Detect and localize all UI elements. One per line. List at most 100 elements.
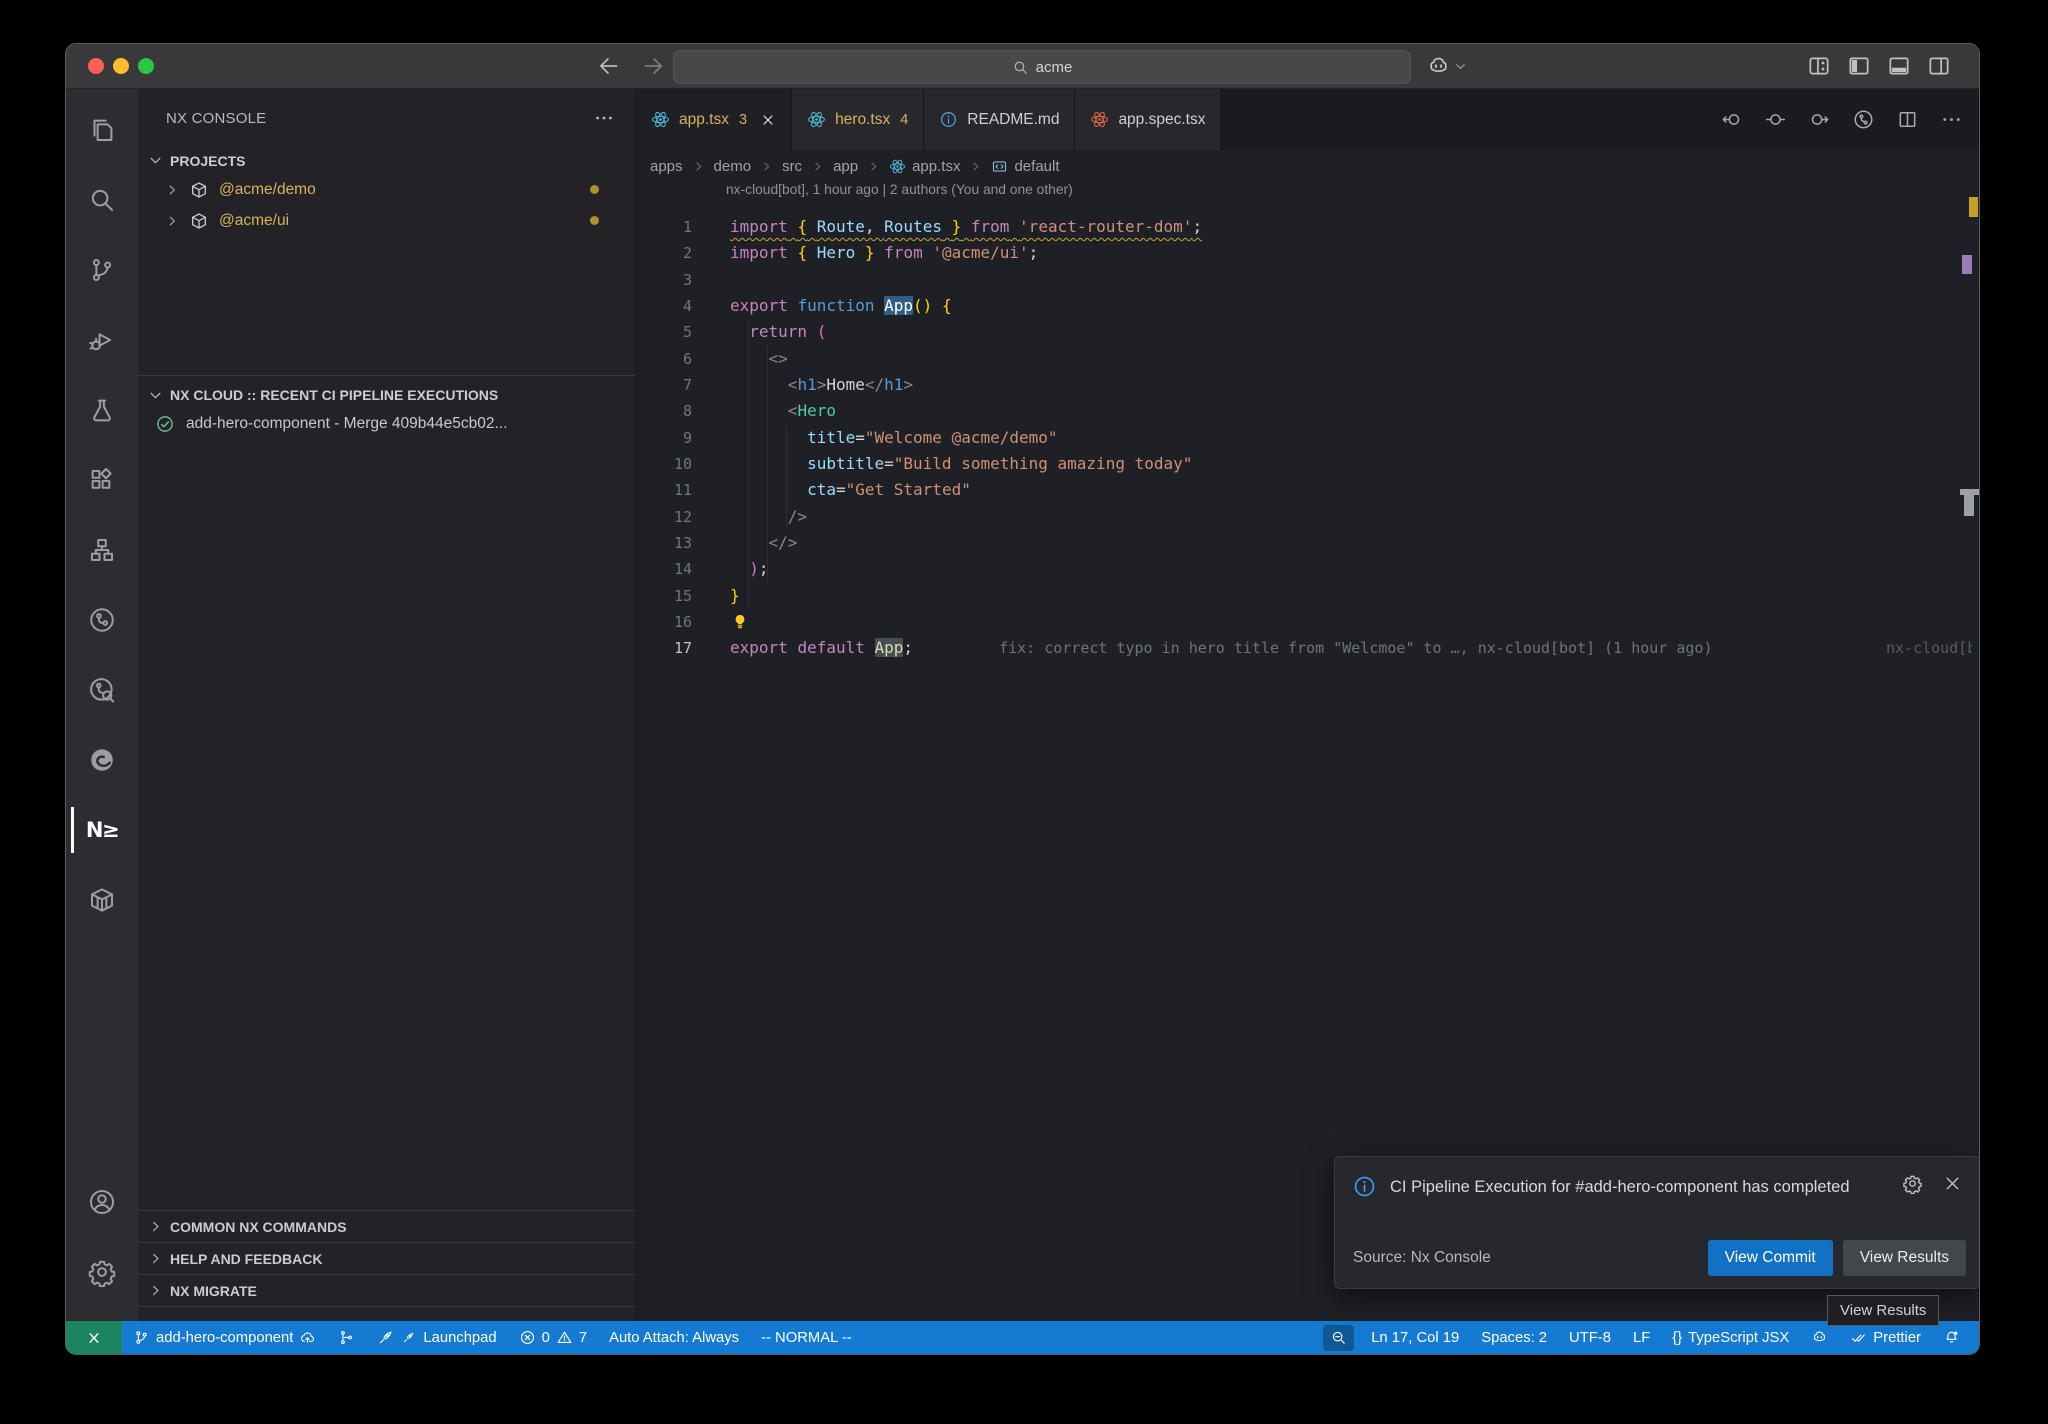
minimize-window-button[interactable]	[113, 58, 129, 74]
status-launchpad[interactable]: Launchpad	[366, 1321, 507, 1354]
activity-accounts[interactable]	[66, 1167, 138, 1237]
toggle-secondary-sidebar-icon[interactable]	[1926, 53, 1952, 79]
line-number[interactable]: 10	[636, 451, 692, 477]
breadcrumb-apps[interactable]: apps	[650, 158, 683, 175]
line-number[interactable]: 11	[636, 477, 692, 503]
activity-run-and-debug[interactable]	[66, 305, 138, 375]
line-number[interactable]: 14	[636, 556, 692, 582]
activity-extensions[interactable]	[66, 445, 138, 515]
activity-explorer[interactable]	[66, 95, 138, 165]
status-zoom-indicator[interactable]	[1323, 1325, 1354, 1351]
line-number[interactable]: 17	[636, 635, 692, 661]
close-window-button[interactable]	[88, 58, 104, 74]
line-number[interactable]: 15	[636, 583, 692, 609]
status-auto-attach[interactable]: Auto Attach: Always	[598, 1321, 750, 1354]
code-line-10[interactable]: 10 subtitle="Build something amazing tod…	[636, 451, 1979, 477]
code-line-15[interactable]: 15}	[636, 583, 1979, 609]
tab-app.spec.tsx[interactable]: app.spec.tsx	[1075, 89, 1221, 150]
tab-README.md[interactable]: README.md	[924, 89, 1075, 150]
breadcrumb-default[interactable]: default	[991, 158, 1059, 175]
line-number[interactable]: 2	[636, 240, 692, 266]
code-line-13[interactable]: 13 </>	[636, 530, 1979, 556]
toggle-sidebar-icon[interactable]	[1846, 53, 1872, 79]
code-line-17[interactable]: 17nx-cloud[bexport default App;fix: corr…	[636, 635, 1979, 661]
code-line-12[interactable]: 12 />	[636, 504, 1979, 530]
lightbulb-icon[interactable]	[730, 612, 750, 632]
commit-graph-icon[interactable]	[1764, 108, 1787, 131]
section-common-nx-commands[interactable]: COMMON NX COMMANDS	[138, 1210, 635, 1242]
line-number[interactable]: 16	[636, 609, 692, 635]
copilot-menu[interactable]	[1426, 54, 1467, 79]
line-number[interactable]: 4	[636, 293, 692, 319]
activity-nx-console[interactable]: N≥	[66, 795, 138, 865]
line-number[interactable]: 5	[636, 319, 692, 345]
activity-testing[interactable]	[66, 375, 138, 445]
activity-source-control[interactable]	[66, 235, 138, 305]
code-line-11[interactable]: 11 cta="Get Started"	[636, 477, 1979, 503]
status-problems[interactable]: 07	[508, 1321, 598, 1354]
toggle-panel-icon[interactable]	[1886, 53, 1912, 79]
breadcrumb-app.tsx[interactable]: app.tsx	[889, 158, 960, 175]
sidebar-more-actions-icon[interactable]	[593, 107, 615, 129]
status-git-branch[interactable]: add-hero-component	[122, 1321, 327, 1354]
activity-settings[interactable]	[66, 1237, 138, 1307]
line-number[interactable]: 1	[636, 214, 692, 240]
annotate-back-icon[interactable]	[1720, 108, 1743, 131]
code-line-5[interactable]: 5 return (	[636, 319, 1979, 345]
status-language-mode[interactable]: {}TypeScript JSX	[1661, 1321, 1800, 1354]
project-row[interactable]: @acme/demo	[138, 174, 635, 205]
status-eol[interactable]: LF	[1622, 1321, 1661, 1354]
git-graph-icon[interactable]	[1852, 108, 1875, 131]
notification-settings-icon[interactable]	[1902, 1173, 1923, 1194]
code-line-3[interactable]: 3	[636, 267, 1979, 293]
code-line-8[interactable]: 8 <Hero	[636, 398, 1979, 424]
section-help-and-feedback[interactable]: HELP AND FEEDBACK	[138, 1242, 635, 1274]
view-commit-button[interactable]: View Commit	[1708, 1240, 1833, 1276]
history-forward-icon[interactable]	[640, 53, 666, 79]
history-back-icon[interactable]	[596, 53, 622, 79]
activity-edge-devtools[interactable]	[66, 725, 138, 795]
section-nx-migrate[interactable]: NX MIGRATE	[138, 1274, 635, 1307]
code-line-4[interactable]: 4export function App() {	[636, 293, 1979, 319]
status-git-graph[interactable]	[327, 1321, 366, 1354]
breadcrumb-demo[interactable]: demo	[714, 158, 752, 175]
zoom-window-button[interactable]	[138, 58, 154, 74]
line-number[interactable]: 6	[636, 346, 692, 372]
close-icon[interactable]	[760, 112, 776, 128]
breadcrumb-app[interactable]: app	[833, 158, 858, 175]
line-number[interactable]: 8	[636, 398, 692, 424]
customize-layout-icon[interactable]	[1806, 53, 1832, 79]
command-center-search[interactable]: acme	[673, 50, 1411, 84]
code-line-16[interactable]: 16	[636, 609, 1979, 635]
inline-blame-codelens[interactable]: nx-cloud[bot], 1 hour ago | 2 authors (Y…	[636, 182, 1979, 208]
annotate-forward-icon[interactable]	[1808, 108, 1831, 131]
code-line-7[interactable]: 7 <h1>Home</h1>	[636, 372, 1979, 398]
status-cursor-position[interactable]: Ln 17, Col 19	[1360, 1321, 1470, 1354]
status-encoding[interactable]: UTF-8	[1558, 1321, 1622, 1354]
activity-search[interactable]	[66, 165, 138, 235]
tab-hero.tsx[interactable]: hero.tsx4	[792, 89, 924, 150]
line-number[interactable]: 3	[636, 267, 692, 293]
status-remote-indicator[interactable]	[66, 1321, 122, 1354]
line-number[interactable]: 13	[636, 530, 692, 556]
line-number[interactable]: 9	[636, 425, 692, 451]
code-line-2[interactable]: 2import { Hero } from '@acme/ui';	[636, 240, 1979, 266]
code-line-6[interactable]: 6 <>	[636, 346, 1979, 372]
activity-pipeline[interactable]	[66, 585, 138, 655]
more-actions-icon[interactable]	[1940, 108, 1963, 131]
split-editor-icon[interactable]	[1896, 108, 1919, 131]
line-number[interactable]: 12	[636, 504, 692, 530]
code-line-1[interactable]: 1import { Route, Routes } from 'react-ro…	[636, 214, 1979, 240]
breadcrumb-src[interactable]: src	[782, 158, 802, 175]
code-line-14[interactable]: 14 );	[636, 556, 1979, 582]
activity-containers[interactable]	[66, 865, 138, 935]
code-line-9[interactable]: 9 title="Welcome @acme/demo"	[636, 425, 1979, 451]
tab-app.tsx[interactable]: app.tsx3	[636, 89, 792, 150]
activity-commit-search[interactable]	[66, 655, 138, 725]
project-row[interactable]: @acme/ui	[138, 205, 635, 236]
activity-project-hierarchy[interactable]	[66, 515, 138, 585]
section-nx-cloud[interactable]: NX CLOUD :: RECENT CI PIPELINE EXECUTION…	[138, 382, 635, 408]
view-results-button[interactable]: View Results	[1843, 1240, 1966, 1276]
status-vim-mode[interactable]: -- NORMAL --	[750, 1321, 863, 1354]
status-indentation[interactable]: Spaces: 2	[1470, 1321, 1558, 1354]
